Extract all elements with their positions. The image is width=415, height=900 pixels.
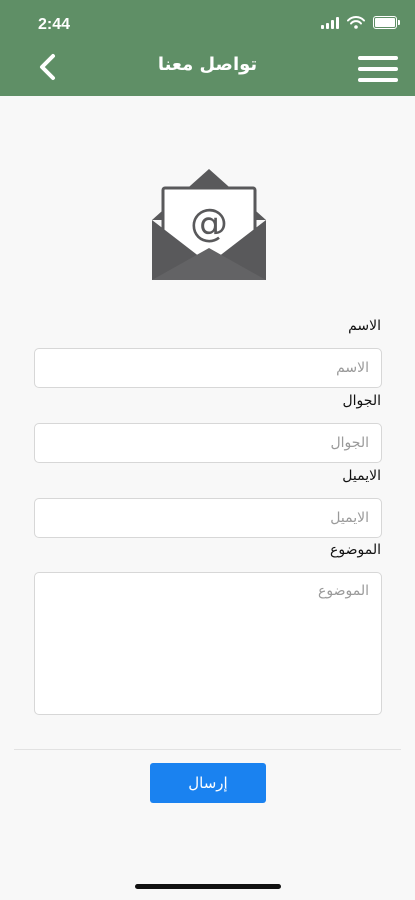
app-header: 2:44 تواصل معنا xyxy=(0,0,415,96)
home-indicator xyxy=(135,884,281,889)
signal-icon xyxy=(321,16,339,29)
send-button[interactable]: إرسال xyxy=(150,763,266,803)
subject-textarea[interactable] xyxy=(34,572,382,715)
email-input[interactable] xyxy=(34,498,382,538)
mobile-input[interactable] xyxy=(34,423,382,463)
wifi-icon xyxy=(347,16,365,29)
svg-text:@: @ xyxy=(190,201,228,245)
name-label: الاسم xyxy=(348,318,381,334)
name-input[interactable] xyxy=(34,348,382,388)
divider xyxy=(14,749,401,750)
page-title: تواصل معنا xyxy=(157,54,258,75)
envelope-at-icon: @ xyxy=(152,169,266,280)
mobile-label: الجوال xyxy=(342,393,382,409)
status-icons xyxy=(321,16,400,29)
subject-label: الموضوع xyxy=(330,542,381,558)
status-time: 2:44 xyxy=(38,16,71,33)
email-label: الايميل xyxy=(342,468,381,484)
contact-screen: 2:44 تواصل معنا @ الاسم الاسم الجوال الج… xyxy=(0,0,415,900)
battery-icon xyxy=(373,16,400,29)
hamburger-menu-icon[interactable] xyxy=(358,56,398,82)
